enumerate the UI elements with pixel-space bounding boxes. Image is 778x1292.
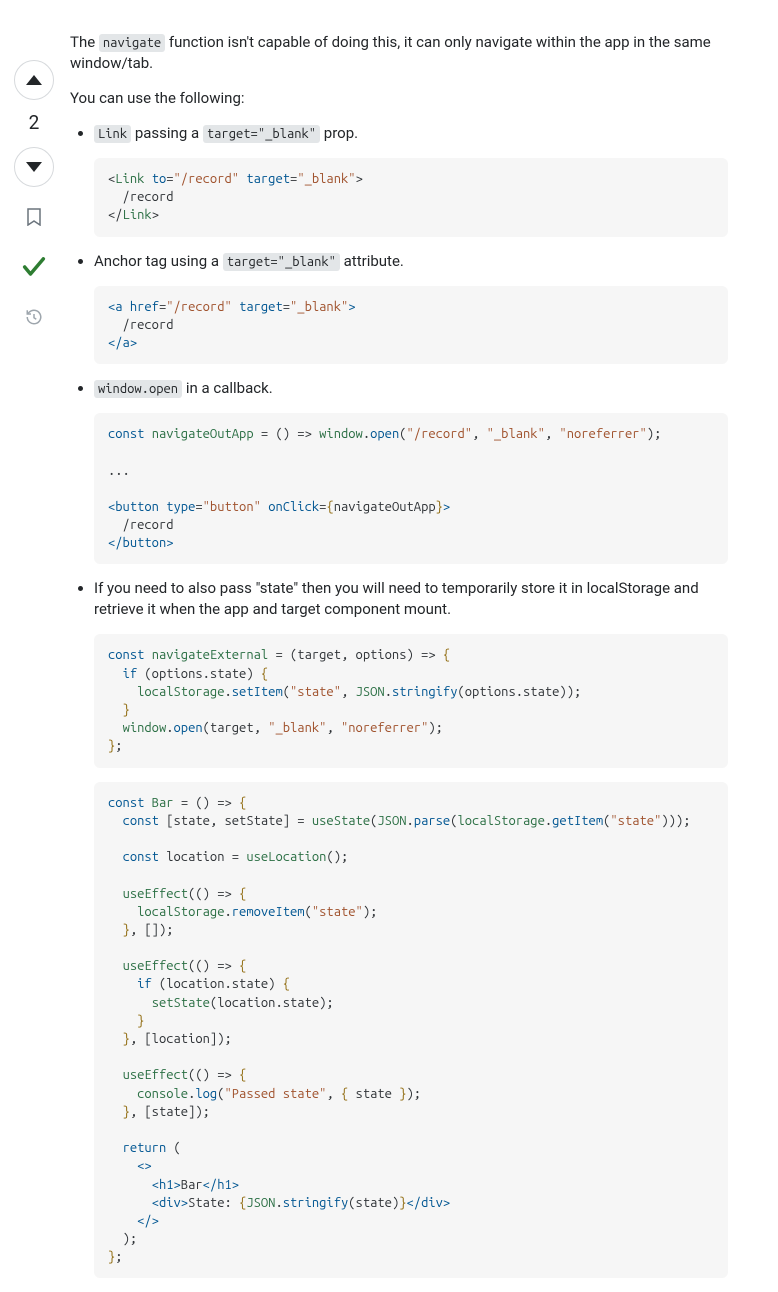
paragraph: You can use the following:	[70, 88, 728, 109]
code-block: const navigateExternal = (target, option…	[94, 634, 728, 767]
checkmark-icon	[20, 253, 48, 281]
downvote-button[interactable]	[14, 147, 54, 187]
list-item: Link passing a target="_blank" prop. <Li…	[94, 123, 728, 237]
answer-post: 2 The navigate function isn't capable of…	[0, 32, 778, 1278]
code-block: <a href="/record" target="_blank"> /reco…	[94, 286, 728, 365]
bookmark-button[interactable]	[14, 197, 54, 237]
inline-code: Link	[94, 125, 131, 143]
inline-code: window.open	[94, 380, 182, 398]
vote-count: 2	[29, 110, 40, 137]
inline-code: navigate	[99, 34, 165, 52]
history-icon	[25, 308, 43, 326]
list-item: If you need to also pass "state" then yo…	[94, 578, 728, 1278]
answer-body: The navigate function isn't capable of d…	[70, 32, 768, 1278]
inline-code: target="_blank"	[203, 125, 320, 143]
history-button[interactable]	[14, 297, 54, 337]
code-block: const navigateOutApp = () => window.open…	[94, 413, 728, 564]
triangle-down-icon	[26, 162, 42, 172]
code-block: <Link to="/record" target="_blank"> /rec…	[94, 158, 728, 237]
inline-code: target="_blank"	[223, 253, 340, 271]
bookmark-icon	[27, 208, 41, 226]
list-item: Anchor tag using a target="_blank" attri…	[94, 251, 728, 365]
vote-column: 2	[8, 60, 60, 337]
bullet-list: Link passing a target="_blank" prop. <Li…	[70, 123, 728, 1278]
paragraph: The navigate function isn't capable of d…	[70, 32, 728, 74]
triangle-up-icon	[26, 75, 42, 85]
code-block: const Bar = () => { const [state, setSta…	[94, 782, 728, 1279]
upvote-button[interactable]	[14, 60, 54, 100]
list-item: window.open in a callback. const navigat…	[94, 378, 728, 564]
accepted-mark	[14, 247, 54, 287]
